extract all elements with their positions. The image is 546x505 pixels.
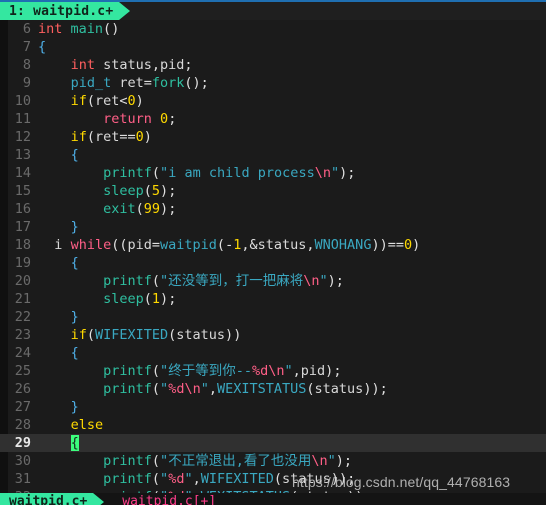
code-line[interactable]: 8 int status,pid; — [0, 56, 546, 74]
code-line[interactable]: 28 else — [0, 416, 546, 434]
line-number: 14 — [14, 165, 31, 181]
code-line[interactable]: 9 pid_t ret=fork(); — [0, 74, 546, 92]
line-number: 18 — [14, 237, 31, 253]
line-content: printf("不正常退出,看了也没用\n"); — [103, 453, 353, 469]
line-content: int status,pid; — [70, 57, 193, 73]
line-content: } — [70, 399, 79, 415]
tab-arrow-icon — [119, 2, 131, 20]
line-number: 24 — [14, 345, 31, 361]
line-number: 22 — [14, 309, 31, 325]
line-content: { — [38, 39, 47, 55]
line-content: } — [70, 219, 79, 235]
code-line[interactable]: 23 if(WIFEXITED(status)) — [0, 326, 546, 344]
line-content: printf("i am child process\n"); — [103, 165, 356, 181]
code-line[interactable]: 22 } — [0, 308, 546, 326]
line-content: pid_t ret=fork(); — [70, 75, 209, 91]
code-line[interactable]: 18 i while((pid=waitpid(-1,&status,WNOHA… — [0, 236, 546, 254]
line-content: } — [70, 309, 79, 325]
line-number: 6 — [22, 21, 31, 37]
line-content: if(ret==0) — [70, 129, 152, 145]
code-line[interactable]: 29 { — [0, 434, 546, 452]
line-content: { — [70, 345, 79, 361]
code-line[interactable]: 26 printf("%d\n",WEXITSTATUS(status)); — [0, 380, 546, 398]
line-number: 29 — [14, 435, 31, 451]
statusline: waitpid.c+ waitpid.c[+] — [0, 493, 546, 505]
code-line[interactable]: 27 } — [0, 398, 546, 416]
line-number: 11 — [14, 111, 31, 127]
line-number: 20 — [14, 273, 31, 289]
line-number: 30 — [14, 453, 31, 469]
line-number: 31 — [14, 471, 31, 487]
line-number: 9 — [22, 75, 31, 91]
code-line[interactable]: 24 { — [0, 344, 546, 362]
line-number: 7 — [22, 39, 31, 55]
line-number: 19 — [14, 255, 31, 271]
statusline-arrow-icon — [93, 493, 105, 505]
code-line[interactable]: 15 sleep(5); — [0, 182, 546, 200]
line-content: else — [70, 417, 104, 433]
code-line[interactable]: 16 exit(99); — [0, 200, 546, 218]
statusline-extra: waitpid.c[+] — [122, 494, 217, 505]
code-line[interactable]: 21 sleep(1); — [0, 290, 546, 308]
line-content: i while((pid=waitpid(-1,&status,WNOHANG)… — [54, 237, 421, 253]
line-content: return 0; — [103, 111, 177, 127]
line-number: 17 — [14, 219, 31, 235]
line-number: 27 — [14, 399, 31, 415]
line-content: printf("终于等到你--%d\n",pid); — [103, 363, 342, 379]
line-number: 12 — [14, 129, 31, 145]
line-number: 8 — [22, 57, 31, 73]
line-number: 13 — [14, 147, 31, 163]
tab-label: 1: waitpid.c+ — [9, 3, 114, 19]
code-line[interactable]: 19 { — [0, 254, 546, 272]
code-line[interactable]: 13 { — [0, 146, 546, 164]
line-number: 10 — [14, 93, 31, 109]
code-line[interactable]: 30 printf("不正常退出,看了也没用\n"); — [0, 452, 546, 470]
text-cursor: { — [70, 435, 79, 451]
code-line[interactable]: 11 return 0; — [0, 110, 546, 128]
code-line[interactable]: 10 if(ret<0) — [0, 92, 546, 110]
code-line[interactable]: 14 printf("i am child process\n"); — [0, 164, 546, 182]
code-line[interactable]: 7{ — [0, 38, 546, 56]
line-number: 25 — [14, 363, 31, 379]
watermark-url: https://blog.csdn.net/qq_44768163 — [292, 474, 511, 490]
line-content: { — [70, 255, 79, 271]
code-line[interactable]: 17 } — [0, 218, 546, 236]
line-number: 15 — [14, 183, 31, 199]
line-content: { — [38, 434, 79, 452]
line-number: 23 — [14, 327, 31, 343]
line-content: sleep(5); — [103, 183, 177, 199]
tabline: 1: waitpid.c+ — [0, 2, 546, 20]
line-content: printf("%d\n",WEXITSTATUS(status)); — [103, 381, 388, 397]
line-content: exit(99); — [103, 201, 177, 217]
code-line[interactable]: 20 printf("还没等到，打一把麻将\n"); — [0, 272, 546, 290]
line-content: int main() — [38, 21, 120, 37]
code-line[interactable]: 6 int main() — [0, 20, 546, 38]
tab-waitpid-c[interactable]: 1: waitpid.c+ — [0, 2, 120, 20]
vim-editor-window: 1: waitpid.c+ 6 int main() 7{8 int status,… — [0, 0, 546, 505]
line-number: 21 — [14, 291, 31, 307]
editor-buffer[interactable]: 6 int main() 7{8 int status,pid; 9 pid_t re… — [0, 20, 546, 505]
code-lines: 6 int main() 7{8 int status,pid; 9 pid_t re… — [0, 20, 546, 505]
line-number: 28 — [14, 417, 31, 433]
line-content: sleep(1); — [103, 291, 177, 307]
line-content: { — [70, 147, 79, 163]
code-line[interactable]: 25 printf("终于等到你--%d\n",pid); — [0, 362, 546, 380]
line-content: if(WIFEXITED(status)) — [70, 327, 242, 343]
statusline-filename: waitpid.c+ — [0, 493, 94, 505]
code-line[interactable]: 12 if(ret==0) — [0, 128, 546, 146]
line-number: 16 — [14, 201, 31, 217]
line-number: 26 — [14, 381, 31, 397]
line-content: printf("还没等到，打一把麻将\n"); — [103, 273, 344, 289]
line-content: if(ret<0) — [70, 93, 144, 109]
